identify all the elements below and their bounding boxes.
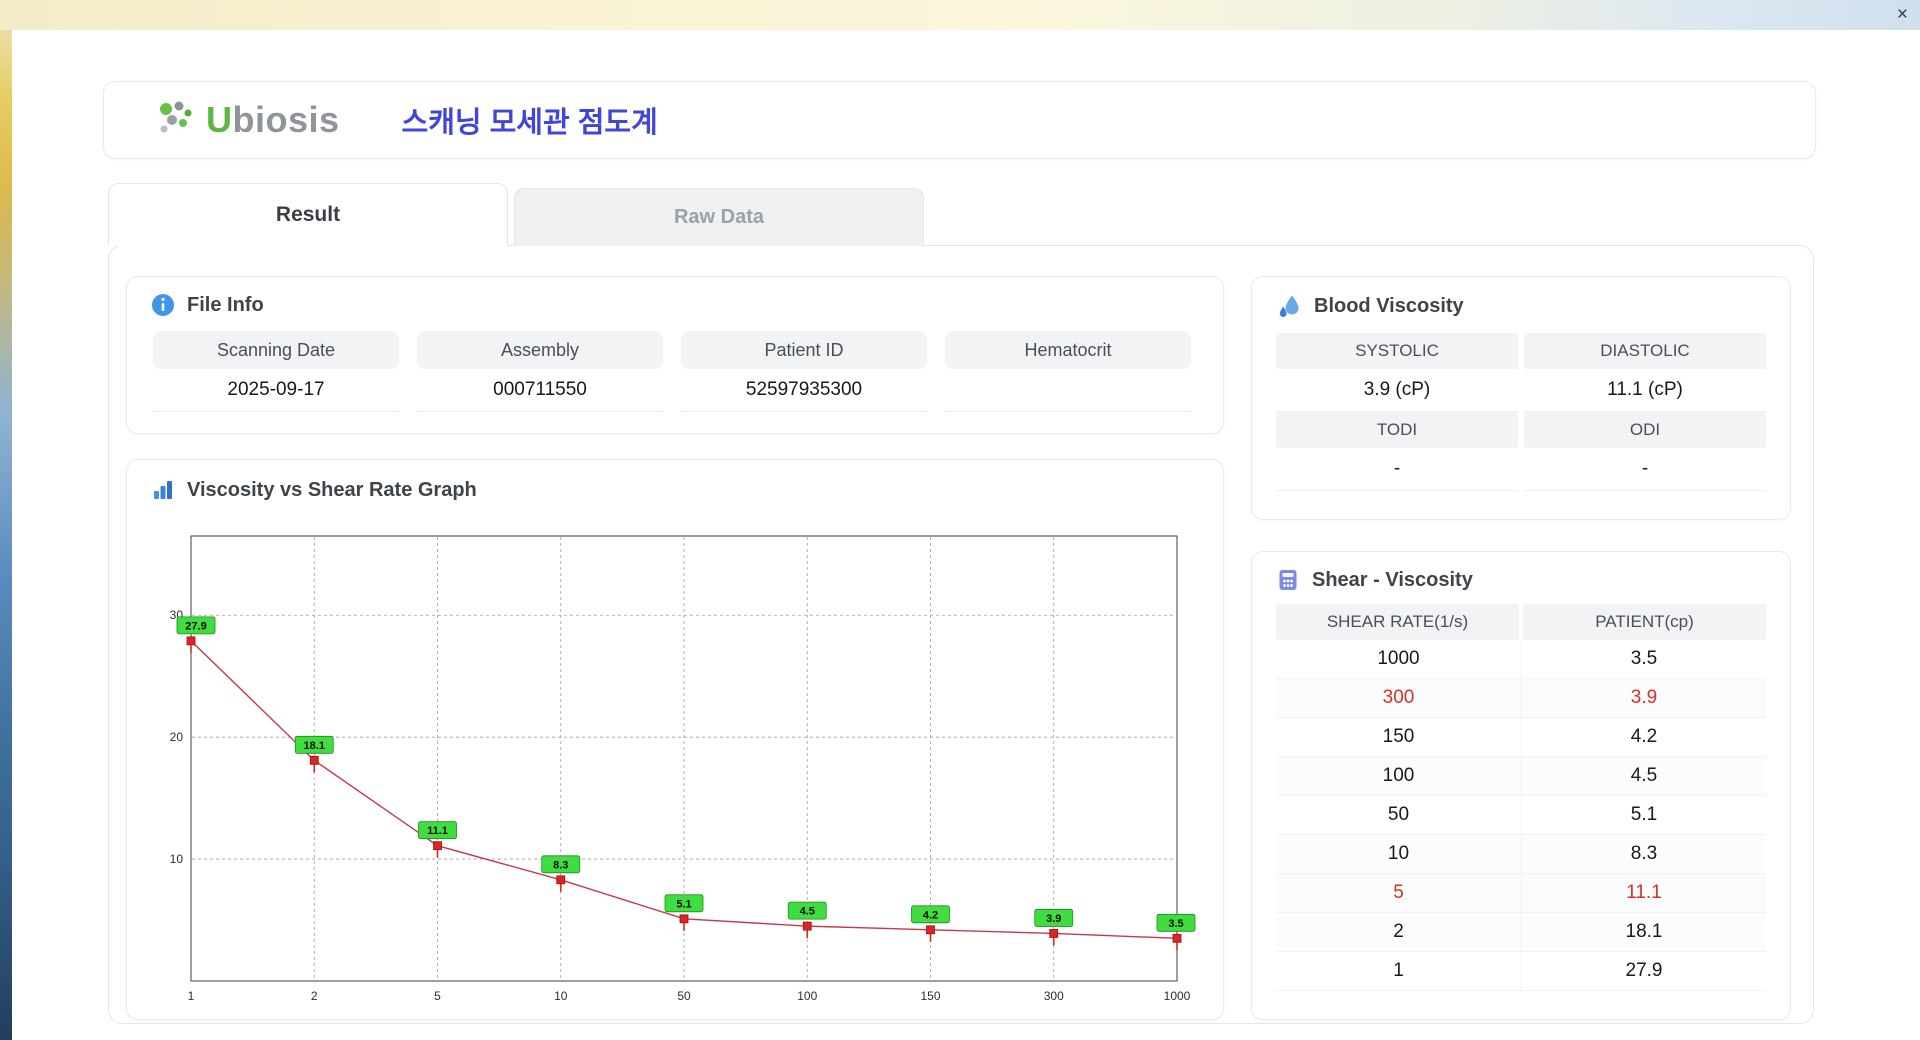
shear-rate-value: 5 bbox=[1393, 882, 1404, 903]
svg-text:18.1: 18.1 bbox=[304, 740, 325, 752]
calculator-icon bbox=[1276, 568, 1300, 592]
svg-text:5: 5 bbox=[434, 989, 441, 1003]
field-label: Hematocrit bbox=[945, 331, 1191, 369]
shear-rate-value: 1 bbox=[1393, 960, 1404, 981]
brand-logo: Ubiosis bbox=[152, 99, 340, 141]
field-value: 52597935300 bbox=[681, 369, 927, 412]
svg-text:4.5: 4.5 bbox=[800, 906, 815, 918]
shear-rate-value: 2 bbox=[1393, 921, 1404, 942]
patient-viscosity-value: 5.1 bbox=[1521, 796, 1766, 834]
svg-text:11.1: 11.1 bbox=[427, 825, 448, 837]
patient-viscosity-value: 4.5 bbox=[1521, 757, 1766, 795]
shear-rate-column-header: SHEAR RATE(1/s) bbox=[1276, 604, 1519, 640]
table-row: 300 3.9 bbox=[1276, 679, 1766, 718]
patient-viscosity-value: 27.9 bbox=[1521, 952, 1766, 990]
table-row: 150 4.2 bbox=[1276, 718, 1766, 757]
desktop-edge-strip bbox=[0, 0, 12, 1040]
field-hematocrit: Hematocrit bbox=[945, 331, 1191, 412]
file-info-card: File Info Scanning Date 2025-09-17 Assem… bbox=[126, 276, 1224, 434]
tab-result[interactable]: Result bbox=[108, 183, 508, 246]
svg-text:150: 150 bbox=[920, 989, 940, 1003]
svg-text:3.9: 3.9 bbox=[1046, 913, 1061, 925]
shear-rate-value: 300 bbox=[1382, 687, 1415, 708]
field-label: Patient ID bbox=[681, 331, 927, 369]
svg-text:20: 20 bbox=[170, 730, 184, 744]
systolic-header: SYSTOLIC bbox=[1276, 333, 1518, 369]
svg-text:300: 300 bbox=[1044, 989, 1064, 1003]
viscosity-chart: 10 20 30 1 2 5 10 50 100 150 300 1000 27.9 18.1 11.1 8.… bbox=[145, 530, 1205, 1016]
table-row: 50 5.1 bbox=[1276, 796, 1766, 835]
patient-viscosity-value: 8.3 bbox=[1521, 835, 1766, 873]
svg-text:10: 10 bbox=[170, 852, 184, 866]
patient-viscosity-value: 4.2 bbox=[1521, 718, 1766, 756]
field-label: Assembly bbox=[417, 331, 663, 369]
field-scanning-date: Scanning Date 2025-09-17 bbox=[153, 331, 399, 412]
blood-viscosity-title: Blood Viscosity bbox=[1314, 294, 1464, 317]
todi-header: TODI bbox=[1276, 412, 1518, 448]
field-value: 2025-09-17 bbox=[153, 369, 399, 412]
shear-table-body: 1000 3.5 300 3.9 150 4.2 100 4.5 50 5.1 … bbox=[1276, 640, 1766, 991]
svg-text:3.5: 3.5 bbox=[1168, 918, 1183, 930]
diastolic-header: DIASTOLIC bbox=[1524, 333, 1766, 369]
viscosity-graph-card: Viscosity vs Shear Rate Graph 10 20 30 1 2 5 1… bbox=[126, 459, 1224, 1020]
svg-text:4.2: 4.2 bbox=[923, 909, 938, 921]
table-row: 10 8.3 bbox=[1276, 835, 1766, 874]
patient-column-header: PATIENT(cp) bbox=[1523, 604, 1766, 640]
blood-viscosity-table: SYSTOLIC DIASTOLIC 3.9 (cP) 11.1 (cP) TO… bbox=[1276, 333, 1766, 491]
patient-viscosity-value: 18.1 bbox=[1521, 913, 1766, 951]
tab-bar: Result Raw Data bbox=[108, 183, 924, 246]
brand-name: Ubiosis bbox=[206, 99, 340, 140]
page-title: 스캐닝 모세관 점도계 bbox=[401, 107, 658, 139]
close-icon[interactable]: × bbox=[1897, 0, 1908, 30]
svg-text:1000: 1000 bbox=[1164, 989, 1191, 1003]
title-bar: × bbox=[0, 0, 1920, 30]
table-row: 5 11.1 bbox=[1276, 874, 1766, 913]
svg-text:50: 50 bbox=[677, 989, 691, 1003]
brand-logo-icon bbox=[160, 101, 192, 133]
shear-rate-value: 50 bbox=[1387, 804, 1410, 825]
todi-value: - bbox=[1276, 448, 1518, 491]
svg-text:10: 10 bbox=[554, 989, 568, 1003]
blood-viscosity-card: Blood Viscosity SYSTOLIC DIASTOLIC 3.9 (… bbox=[1251, 276, 1791, 520]
svg-text:5.1: 5.1 bbox=[676, 898, 691, 910]
svg-text:1: 1 bbox=[188, 989, 195, 1003]
patient-viscosity-value: 3.9 bbox=[1521, 679, 1766, 717]
app-header: Ubiosis 스캐닝 모세관 점도계 bbox=[103, 81, 1816, 159]
field-patient-id: Patient ID 52597935300 bbox=[681, 331, 927, 412]
graph-title: Viscosity vs Shear Rate Graph bbox=[187, 478, 477, 501]
shear-viscosity-card: Shear - Viscosity SHEAR RATE(1/s) PATIEN… bbox=[1251, 551, 1791, 1020]
table-row: 2 18.1 bbox=[1276, 913, 1766, 952]
shear-table-header: SHEAR RATE(1/s) PATIENT(cp) bbox=[1276, 604, 1766, 640]
shear-rate-value: 10 bbox=[1387, 843, 1410, 864]
table-row: 100 4.5 bbox=[1276, 757, 1766, 796]
diastolic-value: 11.1 (cP) bbox=[1524, 369, 1766, 412]
patient-viscosity-value: 11.1 bbox=[1521, 874, 1766, 912]
bar-chart-icon bbox=[151, 478, 175, 502]
svg-text:100: 100 bbox=[797, 989, 817, 1003]
field-assembly: Assembly 000711550 bbox=[417, 331, 663, 412]
systolic-value: 3.9 (cP) bbox=[1276, 369, 1518, 412]
shear-rate-value: 100 bbox=[1382, 765, 1415, 786]
info-icon bbox=[151, 293, 175, 317]
file-info-title: File Info bbox=[187, 293, 264, 316]
shear-viscosity-title: Shear - Viscosity bbox=[1312, 568, 1473, 591]
odi-header: ODI bbox=[1524, 412, 1766, 448]
droplet-icon bbox=[1276, 293, 1302, 319]
tab-raw-data[interactable]: Raw Data bbox=[514, 188, 924, 246]
shear-rate-value: 150 bbox=[1382, 726, 1415, 747]
field-value: 000711550 bbox=[417, 369, 663, 412]
svg-text:27.9: 27.9 bbox=[185, 620, 206, 632]
odi-value: - bbox=[1524, 448, 1766, 491]
table-row: 1 27.9 bbox=[1276, 952, 1766, 991]
field-label: Scanning Date bbox=[153, 331, 399, 369]
field-value bbox=[945, 369, 1191, 412]
svg-text:2: 2 bbox=[311, 989, 318, 1003]
svg-text:8.3: 8.3 bbox=[553, 859, 568, 871]
shear-rate-value: 1000 bbox=[1377, 648, 1420, 669]
table-row: 1000 3.5 bbox=[1276, 640, 1766, 679]
patient-viscosity-value: 3.5 bbox=[1521, 640, 1766, 678]
